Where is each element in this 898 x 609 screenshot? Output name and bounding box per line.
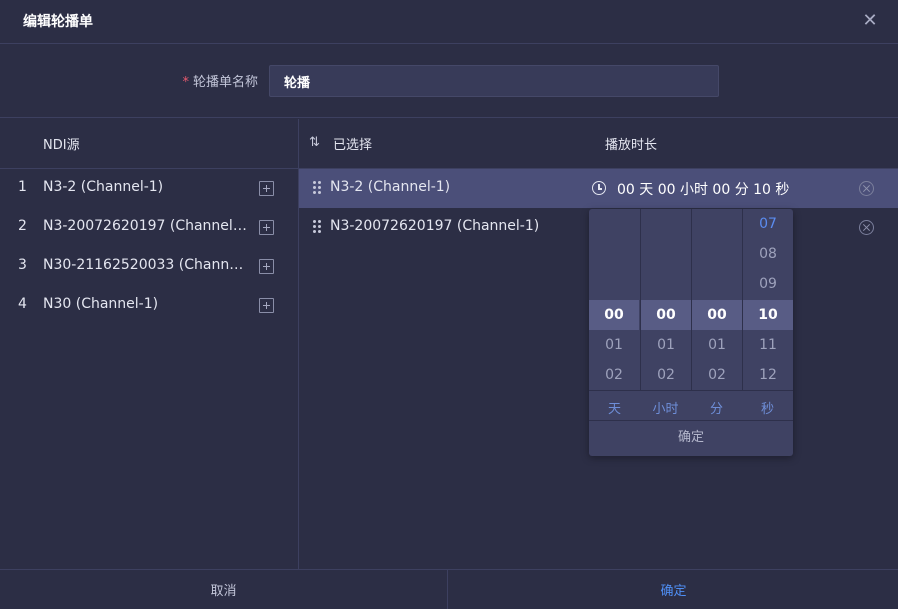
selected-item-name: N3-20072620197 (Channel-1) <box>330 218 540 234</box>
cancel-button[interactable]: 取消 <box>0 570 448 609</box>
picker-option[interactable] <box>692 209 742 239</box>
duration-value[interactable]: 00 天 00 小时 00 分 10 秒 <box>617 179 789 199</box>
name-label: * 轮播单名称 <box>140 71 258 90</box>
dialog-header: 编辑轮播单 ✕ <box>0 0 898 44</box>
source-index: 4 <box>18 296 27 312</box>
dialog-title: 编辑轮播单 <box>23 14 93 30</box>
source-item: 4 N30 (Channel-1) <box>0 286 299 325</box>
source-header-label: NDI源 <box>43 138 80 153</box>
picker-option[interactable]: 01 <box>641 330 691 360</box>
picker-option-selected[interactable]: 10 <box>743 300 793 330</box>
picker-option-selected[interactable]: 00 <box>641 300 691 330</box>
source-panel: NDI源 1 N3-2 (Channel-1) 2 N3-20072620197… <box>0 119 299 570</box>
duration-picker: 00 01 02 00 01 02 00 01 02 07 08 09 10 1… <box>589 209 793 456</box>
unit-hour: 小时 <box>652 402 679 417</box>
name-input[interactable] <box>269 65 719 97</box>
source-item: 2 N3-20072620197 (Channel-1) <box>0 208 299 247</box>
add-icon[interactable] <box>259 181 274 196</box>
selected-header-label: 已选择 <box>333 138 373 153</box>
picker-option[interactable]: 02 <box>692 360 742 390</box>
close-icon[interactable]: ✕ <box>859 11 881 33</box>
add-icon[interactable] <box>259 298 274 313</box>
source-item: 3 N30-21162520033 (Channel-1) <box>0 247 299 286</box>
picker-option[interactable] <box>589 209 639 239</box>
picker-option[interactable]: 01 <box>589 330 639 360</box>
picker-column-second[interactable]: 07 08 09 10 11 12 <box>742 209 793 390</box>
picker-option[interactable] <box>692 239 742 269</box>
picker-units: 天 小时 分 秒 <box>589 390 793 421</box>
name-label-text: 轮播单名称 <box>192 75 258 90</box>
required-mark: * <box>182 75 189 90</box>
add-icon[interactable] <box>259 259 274 274</box>
picker-option[interactable] <box>589 239 639 269</box>
name-row: * 轮播单名称 <box>0 44 898 118</box>
picker-option[interactable]: 02 <box>589 360 639 390</box>
unit-day: 天 <box>607 402 621 417</box>
source-name: N3-2 (Channel-1) <box>43 179 164 195</box>
picker-option-selected[interactable]: 00 <box>692 300 742 330</box>
dialog-footer: 取消 确定 <box>0 569 898 609</box>
confirm-button[interactable]: 确定 <box>449 570 898 609</box>
picker-option[interactable]: 09 <box>743 269 793 299</box>
selected-header: ⇅ 已选择 播放时长 <box>299 119 898 169</box>
picker-option-selected[interactable]: 00 <box>589 300 639 330</box>
clock-icon <box>592 181 606 195</box>
picker-confirm-button[interactable]: 确定 <box>589 421 793 456</box>
selected-item[interactable]: N3-2 (Channel-1) 00 天 00 小时 00 分 10 秒 <box>299 169 898 208</box>
picker-option[interactable]: 08 <box>743 239 793 269</box>
source-name: N30-21162520033 (Channel-1) <box>43 257 248 273</box>
source-item: 1 N3-2 (Channel-1) <box>0 169 299 208</box>
picker-option[interactable]: 01 <box>692 330 742 360</box>
picker-column-minute[interactable]: 00 01 02 <box>691 209 742 390</box>
picker-option[interactable] <box>641 239 691 269</box>
picker-option[interactable]: 02 <box>641 360 691 390</box>
unit-minute: 分 <box>709 402 723 417</box>
duration-header-label: 播放时长 <box>605 138 658 153</box>
source-name: N30 (Channel-1) <box>43 296 159 312</box>
picker-option[interactable] <box>589 269 639 299</box>
sort-icon[interactable]: ⇅ <box>309 135 323 151</box>
source-index: 2 <box>18 218 27 234</box>
source-name: N3-20072620197 (Channel-1) <box>43 218 248 234</box>
picker-option[interactable] <box>641 209 691 239</box>
remove-icon[interactable] <box>859 220 874 235</box>
picker-option[interactable]: 11 <box>743 330 793 360</box>
source-index: 1 <box>18 179 27 195</box>
source-header: NDI源 <box>0 119 299 169</box>
drag-handle-icon[interactable] <box>313 181 321 195</box>
add-icon[interactable] <box>259 220 274 235</box>
picker-column-day[interactable]: 00 01 02 <box>589 209 640 390</box>
source-index: 3 <box>18 257 27 273</box>
picker-option[interactable]: 12 <box>743 360 793 390</box>
remove-icon[interactable] <box>859 181 874 196</box>
picker-option[interactable]: 07 <box>743 209 793 239</box>
selected-item-name: N3-2 (Channel-1) <box>330 179 451 195</box>
picker-option[interactable] <box>692 269 742 299</box>
unit-second: 秒 <box>760 402 774 417</box>
picker-column-hour[interactable]: 00 01 02 <box>640 209 691 390</box>
drag-handle-icon[interactable] <box>313 220 321 234</box>
picker-option[interactable] <box>641 269 691 299</box>
